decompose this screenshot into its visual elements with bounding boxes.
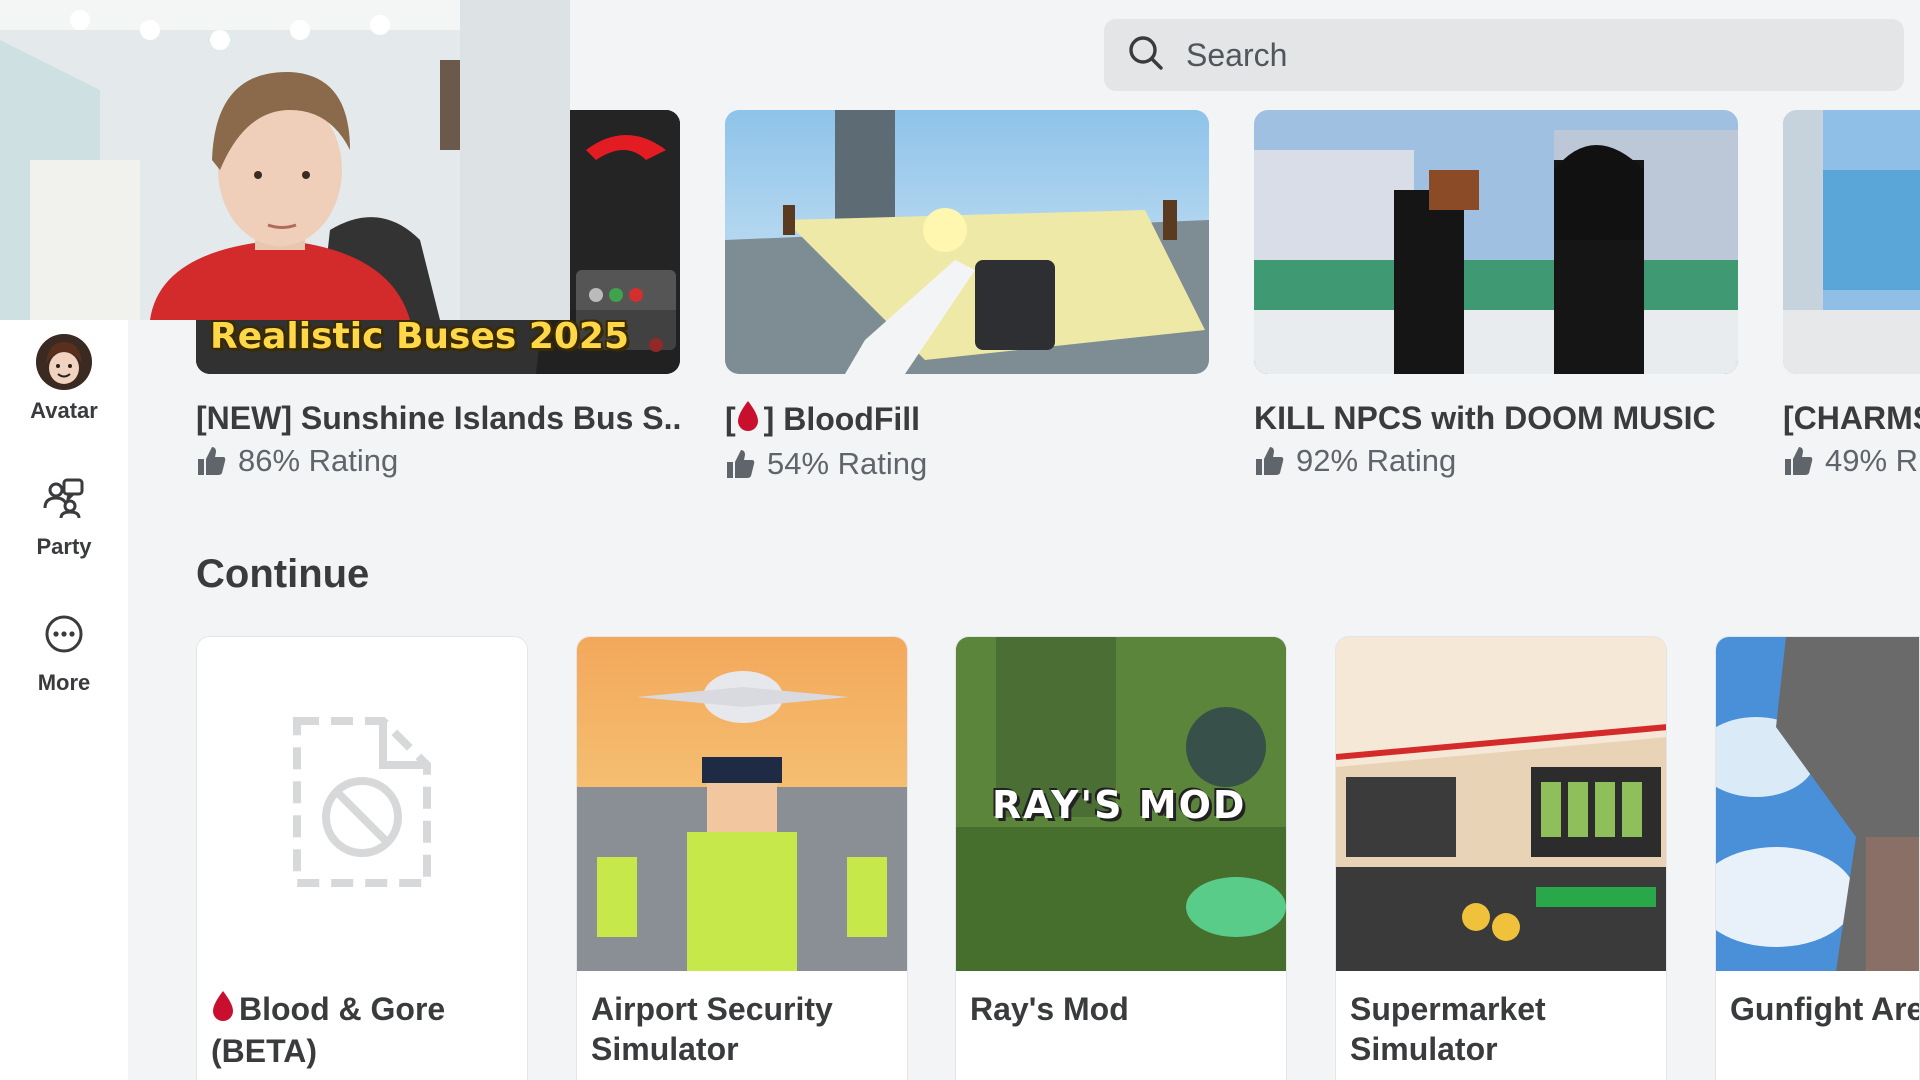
- continue-card-rays-mod[interactable]: RAY'S MOD Ray's Mod: [955, 636, 1287, 1080]
- game-rating: 54% Rating: [725, 446, 1209, 482]
- search-icon: [1128, 35, 1164, 76]
- game-rating: 92% Rating: [1254, 443, 1738, 479]
- blood-drop-icon: [736, 400, 760, 440]
- game-thumbnail: [1336, 637, 1666, 971]
- party-icon: [36, 470, 92, 526]
- game-rating: 86% Rating: [196, 443, 680, 479]
- game-thumbnail: [1783, 110, 1920, 374]
- game-title: Airport Security Simulator: [591, 991, 833, 1067]
- webcam-overlay: [0, 0, 570, 320]
- sidebar-item-more[interactable]: More: [0, 606, 128, 726]
- title-suffix: ] BloodFill: [763, 401, 921, 437]
- thumbnail-caption: Realistic Buses 2025: [210, 316, 630, 357]
- rating-text: 54% Rating: [767, 446, 928, 481]
- avatar-icon: [36, 334, 92, 390]
- more-icon: [36, 606, 92, 662]
- game-title: [NEW] Sunshine Islands Bus S...: [196, 400, 680, 436]
- thumbs-up-icon: [1783, 445, 1813, 477]
- game-thumbnail: RAY'S MOD: [956, 637, 1286, 971]
- continue-card-supermarket[interactable]: Supermarket Simulator: [1335, 636, 1667, 1080]
- sidebar-item-label: Party: [36, 534, 92, 559]
- thumbs-up-icon: [196, 445, 226, 477]
- search-placeholder: Search: [1186, 36, 1288, 73]
- game-title: [CHARMS: [1783, 400, 1920, 436]
- game-title: Gunfight Are: [1730, 991, 1920, 1027]
- continue-card-airport-security[interactable]: Airport Security Simulator: [576, 636, 908, 1080]
- game-title: [ ] BloodFill: [725, 400, 1209, 440]
- game-card-kill-npcs[interactable]: KILL NPCS with DOOM MUSIC 92% Rating: [1254, 110, 1738, 479]
- unavailable-icon: [293, 717, 431, 887]
- thumbs-up-icon: [1254, 445, 1284, 477]
- game-title: Ray's Mod: [970, 991, 1129, 1027]
- rating-text: 92% Rating: [1296, 443, 1457, 478]
- continue-card-gunfight-arena[interactable]: Gunfight Are: [1715, 636, 1920, 1080]
- title-prefix: [: [725, 401, 736, 437]
- game-card-charms[interactable]: [CHARMS 49% R: [1783, 110, 1920, 479]
- title-text: Blood & Gore (BETA): [211, 991, 446, 1069]
- search-input[interactable]: Search: [1104, 19, 1904, 91]
- game-rating: 49% R: [1783, 443, 1920, 479]
- game-card-bloodfill[interactable]: [ ] BloodFill 54% Rating: [725, 110, 1209, 482]
- game-thumbnail: [1254, 110, 1738, 374]
- game-thumbnail: [577, 637, 907, 971]
- rating-text: 49% R: [1825, 443, 1919, 478]
- continue-card-blood-gore[interactable]: Blood & Gore (BETA): [196, 636, 528, 1080]
- thumbs-up-icon: [725, 448, 755, 480]
- sidebar-item-party[interactable]: Party: [0, 470, 128, 590]
- rating-text: 86% Rating: [238, 443, 399, 478]
- sidebar-item-label: More: [37, 670, 91, 695]
- sidebar-item-avatar[interactable]: Avatar: [0, 334, 128, 454]
- game-title: Supermarket Simulator: [1350, 991, 1546, 1067]
- game-title: KILL NPCS with DOOM MUSIC: [1254, 400, 1716, 436]
- game-thumbnail: [725, 110, 1209, 374]
- game-thumbnail: [1716, 637, 1919, 971]
- section-title-continue: Continue: [196, 552, 370, 596]
- blood-drop-icon: [211, 990, 235, 1031]
- thumbnail-caption: RAY'S MOD: [992, 783, 1247, 827]
- sidebar-item-label: Avatar: [30, 398, 98, 423]
- game-title: Blood & Gore (BETA): [197, 971, 527, 1071]
- game-thumbnail: [197, 637, 527, 971]
